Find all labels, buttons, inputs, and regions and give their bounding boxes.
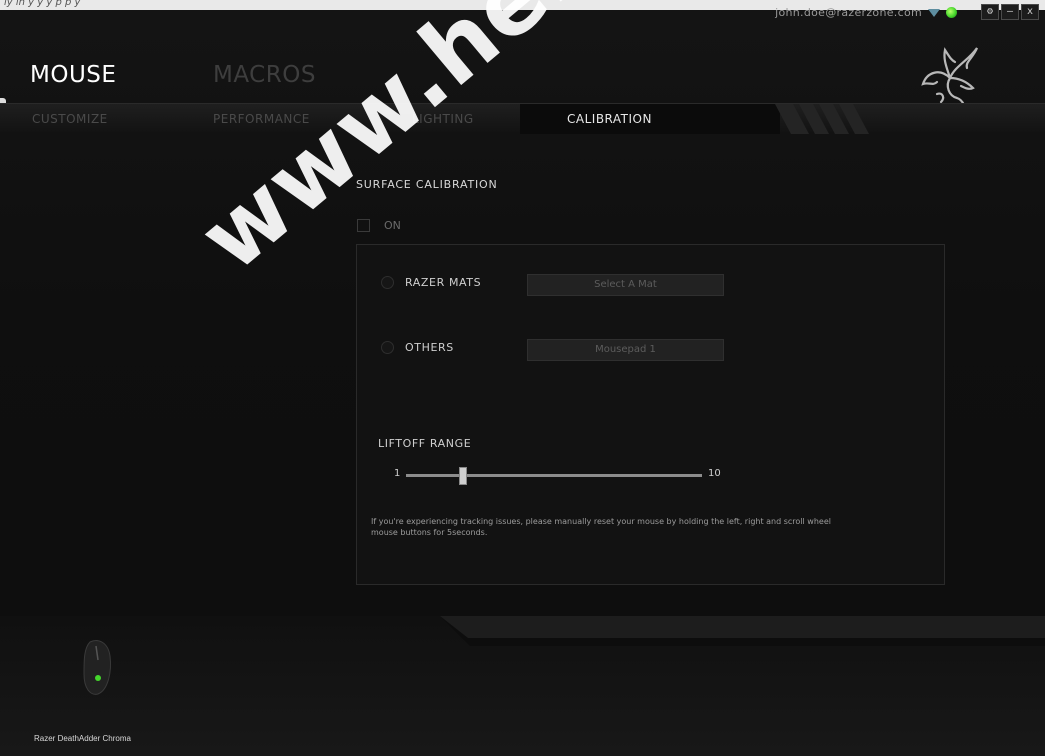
window-buttons: ⚙ – x — [981, 4, 1039, 20]
close-button[interactable]: x — [1021, 4, 1039, 20]
calibration-help-text: If you're experiencing tracking issues, … — [371, 517, 831, 537]
device-bar-band — [0, 616, 1045, 646]
mousepad-dropdown[interactable]: Mousepad 1 — [527, 339, 724, 361]
title-bar-controls: john.doe@razerzone.com ⚙ – x — [775, 4, 1039, 20]
liftoff-slider-track[interactable] — [406, 474, 702, 477]
tab-mouse[interactable]: MOUSE — [30, 62, 116, 88]
razer-mats-radio[interactable] — [381, 276, 394, 289]
liftoff-max-label: 10 — [708, 468, 721, 479]
top-caption: ly in y y y p p y — [4, 0, 81, 8]
settings-button[interactable]: ⚙ — [981, 4, 999, 20]
others-radio[interactable] — [381, 341, 394, 354]
liftoff-min-label: 1 — [394, 468, 401, 479]
razer-mats-label: RAZER MATS — [405, 276, 482, 289]
calibration-on-checkbox[interactable] — [357, 219, 370, 232]
liftoff-slider-thumb[interactable] — [458, 467, 467, 485]
device-name: Razer DeathAdder Chroma — [34, 734, 131, 743]
wifi-icon[interactable] — [928, 7, 940, 17]
device-bar — [0, 616, 1045, 756]
calibration-on-label: ON — [384, 219, 401, 232]
sub-navigation: CUSTOMIZE PERFORMANCE LIGHTING CALIBRATI… — [0, 103, 1045, 134]
tab-macros[interactable]: MACROS — [213, 62, 316, 88]
tab-customize[interactable]: CUSTOMIZE — [32, 112, 108, 126]
tab-calibration[interactable]: CALIBRATION — [567, 112, 652, 126]
decorative-stripes — [775, 104, 869, 134]
account-email[interactable]: john.doe@razerzone.com — [775, 6, 922, 19]
select-mat-dropdown[interactable]: Select A Mat — [527, 274, 724, 296]
others-label: OTHERS — [405, 341, 454, 354]
minimize-button[interactable]: – — [1001, 4, 1019, 20]
mouse-device-image[interactable] — [78, 638, 118, 698]
online-status-icon[interactable] — [946, 6, 957, 18]
liftoff-range-label: LIFTOFF RANGE — [378, 437, 472, 450]
